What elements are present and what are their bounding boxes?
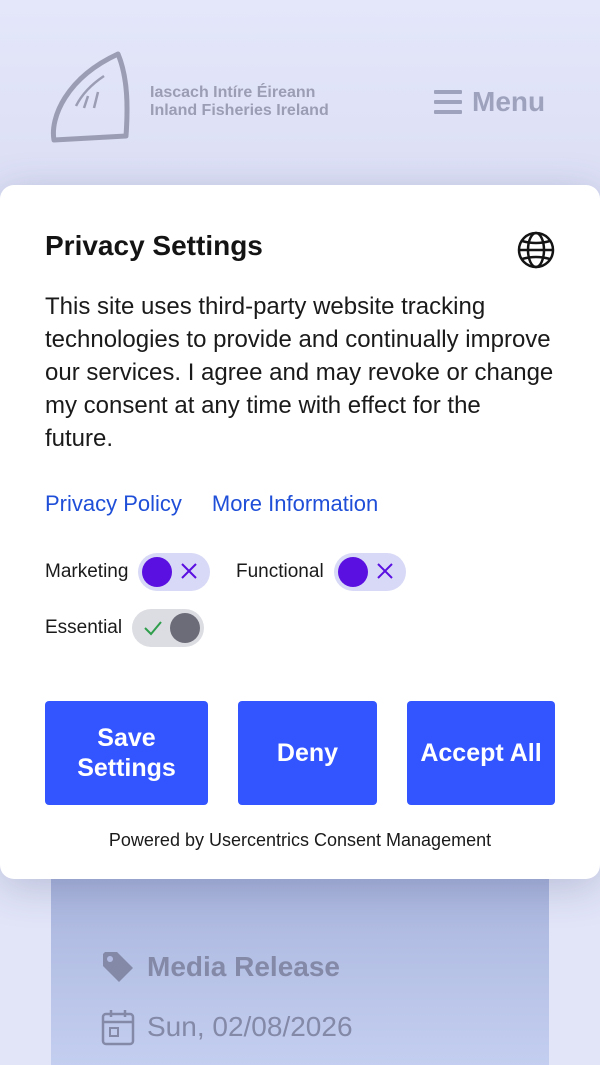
menu-label: Menu bbox=[472, 86, 546, 117]
modal-title: Privacy Settings bbox=[45, 230, 263, 261]
toggle-knob bbox=[170, 613, 201, 643]
site-header: Iascach Intíre Éireann Inland Fisheries … bbox=[0, 0, 600, 200]
logo-line-english: Inland Fisheries Ireland bbox=[150, 102, 329, 119]
menu-button[interactable]: Menu bbox=[434, 86, 545, 118]
modal-description: This site uses third-party website track… bbox=[45, 293, 554, 452]
x-icon bbox=[181, 563, 198, 579]
card-date: Sun, 02/08/2026 bbox=[101, 1008, 353, 1046]
check-icon bbox=[144, 621, 162, 636]
card-tag: Media Release bbox=[101, 950, 340, 984]
fish-logo-icon[interactable] bbox=[48, 48, 136, 148]
policy-links: Privacy Policy More Information bbox=[45, 491, 378, 517]
save-settings-button[interactable]: Save Settings bbox=[45, 701, 208, 805]
tag-icon bbox=[103, 952, 133, 982]
hamburger-icon bbox=[434, 90, 462, 114]
card-date-text: Sun, 02/08/2026 bbox=[147, 1011, 353, 1042]
essential-toggle-row: Essential bbox=[45, 609, 205, 647]
card-tag-label[interactable]: Media Release bbox=[147, 951, 340, 983]
toggle-knob bbox=[337, 557, 368, 587]
globe-icon[interactable] bbox=[516, 230, 556, 270]
privacy-policy-link[interactable]: Privacy Policy bbox=[45, 491, 182, 517]
marketing-toggle[interactable] bbox=[138, 553, 211, 591]
powered-by-text: Powered by Usercentrics Consent Manageme… bbox=[108, 830, 492, 850]
x-icon bbox=[376, 563, 393, 579]
toggle-knob bbox=[142, 557, 173, 587]
deny-button[interactable]: Deny bbox=[238, 701, 377, 805]
marketing-toggle-row: Marketing bbox=[45, 553, 211, 591]
essential-toggle bbox=[132, 609, 205, 647]
logo-line-irish: Iascach Intíre Éireann bbox=[150, 84, 316, 101]
calendar-icon bbox=[101, 1010, 135, 1046]
functional-label: Functional bbox=[236, 561, 324, 582]
privacy-settings-modal: Privacy Settings This site uses third-pa… bbox=[0, 185, 600, 879]
marketing-label: Marketing bbox=[45, 561, 129, 582]
logo-text[interactable]: Iascach Intíre Éireann Inland Fisheries … bbox=[150, 84, 329, 120]
functional-toggle[interactable] bbox=[333, 553, 406, 591]
accept-all-button[interactable]: Accept All bbox=[407, 701, 555, 805]
essential-label: Essential bbox=[45, 617, 123, 638]
more-information-link[interactable]: More Information bbox=[212, 491, 378, 517]
functional-toggle-row: Functional bbox=[236, 553, 406, 591]
news-card: Media Release Sun, 02/08/2026 bbox=[51, 870, 549, 1065]
